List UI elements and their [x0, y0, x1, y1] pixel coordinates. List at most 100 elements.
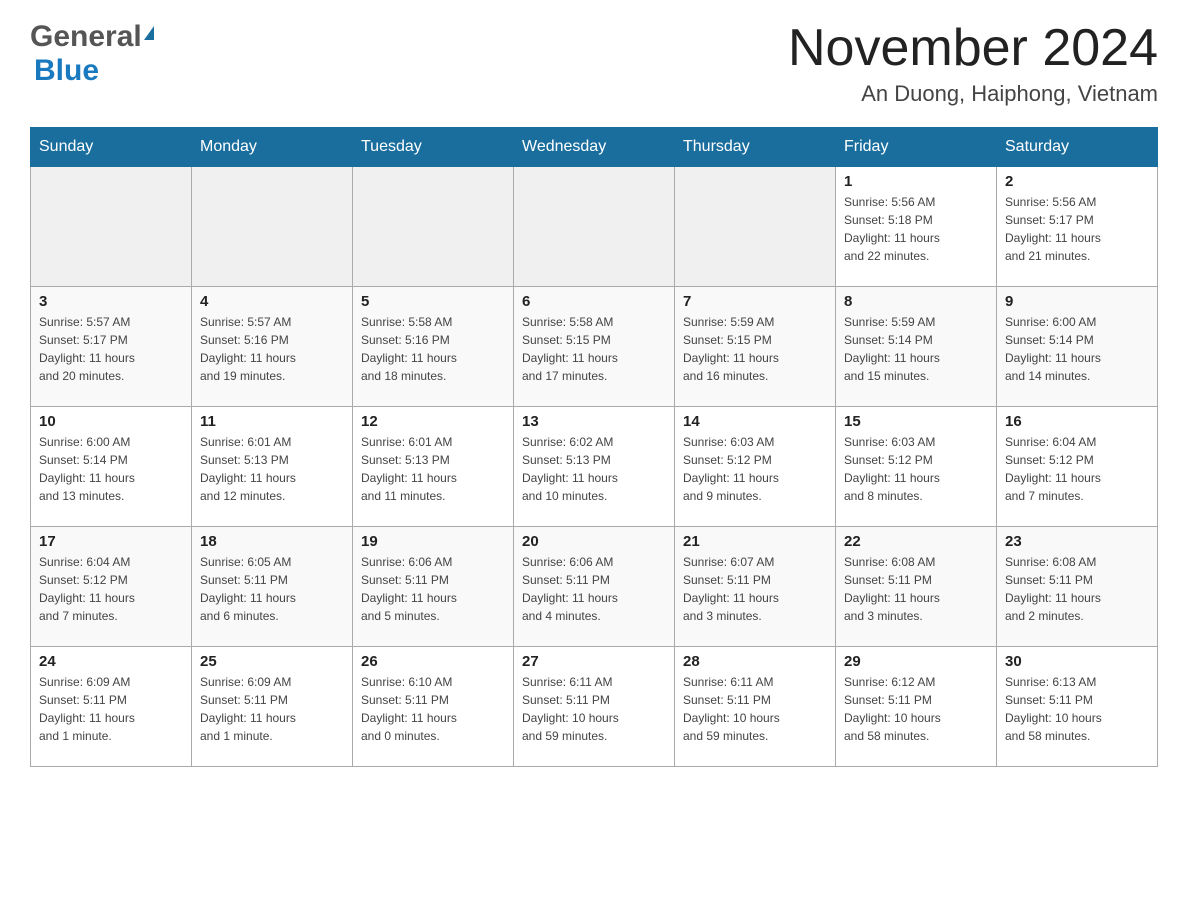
calendar-cell: 2 Sunrise: 5:56 AM Sunset: 5:17 PM Daylig…: [997, 167, 1158, 287]
day-info: Sunrise: 6:06 AM Sunset: 5:11 PM Dayligh…: [522, 553, 666, 625]
day-number: 13: [522, 413, 666, 430]
calendar-cell: 23 Sunrise: 6:08 AM Sunset: 5:11 PM Dayli…: [997, 527, 1158, 647]
day-number: 21: [683, 533, 827, 550]
day-info: Sunrise: 6:00 AM Sunset: 5:14 PM Dayligh…: [39, 433, 183, 505]
day-number: 24: [39, 653, 183, 670]
calendar-cell: 22 Sunrise: 6:08 AM Sunset: 5:11 PM Dayli…: [836, 527, 997, 647]
calendar-cell: 6 Sunrise: 5:58 AM Sunset: 5:15 PM Daylig…: [514, 287, 675, 407]
day-info: Sunrise: 6:08 AM Sunset: 5:11 PM Dayligh…: [844, 553, 988, 625]
calendar-cell: 11 Sunrise: 6:01 AM Sunset: 5:13 PM Dayli…: [192, 407, 353, 527]
day-info: Sunrise: 6:09 AM Sunset: 5:11 PM Dayligh…: [39, 673, 183, 745]
weekday-header-saturday: Saturday: [997, 128, 1158, 167]
calendar-cell: 30 Sunrise: 6:13 AM Sunset: 5:11 PM Dayli…: [997, 647, 1158, 767]
day-number: 1: [844, 173, 988, 190]
calendar-cell: 12 Sunrise: 6:01 AM Sunset: 5:13 PM Dayli…: [353, 407, 514, 527]
logo-triangle-icon: [144, 26, 154, 40]
location-text: An Duong, Haiphong, Vietnam: [788, 81, 1158, 107]
calendar-table: SundayMondayTuesdayWednesdayThursdayFrid…: [30, 127, 1158, 767]
calendar-week-1: 1Sunrise: 5:56 AM Sunset: 5:18 PM Daylig…: [31, 167, 1158, 287]
weekday-header-wednesday: Wednesday: [514, 128, 675, 167]
calendar-cell: 10 Sunrise: 6:00 AM Sunset: 5:14 PM Dayli…: [31, 407, 192, 527]
day-number: 19: [361, 533, 505, 550]
day-info: Sunrise: 6:09 AM Sunset: 5:11 PM Dayligh…: [200, 673, 344, 745]
day-number: 28: [683, 653, 827, 670]
calendar-cell: [514, 167, 675, 287]
calendar-week-5: 24 Sunrise: 6:09 AM Sunset: 5:11 PM Dayli…: [31, 647, 1158, 767]
day-info: Sunrise: 6:13 AM Sunset: 5:11 PM Dayligh…: [1005, 673, 1149, 745]
day-number: 2: [1005, 173, 1149, 190]
calendar-cell: 29 Sunrise: 6:12 AM Sunset: 5:11 PM Dayli…: [836, 647, 997, 767]
weekday-header-thursday: Thursday: [675, 128, 836, 167]
day-number: 3: [39, 293, 183, 310]
day-info: Sunrise: 6:05 AM Sunset: 5:11 PM Dayligh…: [200, 553, 344, 625]
calendar-week-3: 10 Sunrise: 6:00 AM Sunset: 5:14 PM Dayli…: [31, 407, 1158, 527]
calendar-cell: 3 Sunrise: 5:57 AM Sunset: 5:17 PM Daylig…: [31, 287, 192, 407]
calendar-cell: 27 Sunrise: 6:11 AM Sunset: 5:11 PM Dayli…: [514, 647, 675, 767]
day-number: 26: [361, 653, 505, 670]
month-title: November 2024: [788, 20, 1158, 77]
day-info: Sunrise: 6:06 AM Sunset: 5:11 PM Dayligh…: [361, 553, 505, 625]
day-info: Sunrise: 6:04 AM Sunset: 5:12 PM Dayligh…: [39, 553, 183, 625]
day-info: Sunrise: 6:03 AM Sunset: 5:12 PM Dayligh…: [683, 433, 827, 505]
day-info: Sunrise: 6:04 AM Sunset: 5:12 PM Dayligh…: [1005, 433, 1149, 505]
calendar-week-2: 3 Sunrise: 5:57 AM Sunset: 5:17 PM Daylig…: [31, 287, 1158, 407]
calendar-cell: 15 Sunrise: 6:03 AM Sunset: 5:12 PM Dayli…: [836, 407, 997, 527]
day-number: 4: [200, 293, 344, 310]
day-number: 15: [844, 413, 988, 430]
day-info: Sunrise: 6:11 AM Sunset: 5:11 PM Dayligh…: [522, 673, 666, 745]
day-number: 18: [200, 533, 344, 550]
day-number: 27: [522, 653, 666, 670]
weekday-header-tuesday: Tuesday: [353, 128, 514, 167]
calendar-cell: 20Sunrise: 6:06 AM Sunset: 5:11 PM Dayli…: [514, 527, 675, 647]
header-title-area: November 2024 An Duong, Haiphong, Vietna…: [788, 20, 1158, 107]
day-info: Sunrise: 6:12 AM Sunset: 5:11 PM Dayligh…: [844, 673, 988, 745]
calendar-body: 1Sunrise: 5:56 AM Sunset: 5:18 PM Daylig…: [31, 167, 1158, 767]
day-info: Sunrise: 5:57 AM Sunset: 5:16 PM Dayligh…: [200, 313, 344, 385]
calendar-cell: [675, 167, 836, 287]
weekday-header-sunday: Sunday: [31, 128, 192, 167]
weekday-header-friday: Friday: [836, 128, 997, 167]
calendar-cell: 9Sunrise: 6:00 AM Sunset: 5:14 PM Daylig…: [997, 287, 1158, 407]
day-number: 29: [844, 653, 988, 670]
day-info: Sunrise: 6:01 AM Sunset: 5:13 PM Dayligh…: [361, 433, 505, 505]
page-header: General Blue November 2024 An Duong, Hai…: [30, 20, 1158, 107]
day-info: Sunrise: 5:56 AM Sunset: 5:17 PM Dayligh…: [1005, 193, 1149, 265]
calendar-week-4: 17Sunrise: 6:04 AM Sunset: 5:12 PM Dayli…: [31, 527, 1158, 647]
calendar-cell: 17Sunrise: 6:04 AM Sunset: 5:12 PM Dayli…: [31, 527, 192, 647]
day-info: Sunrise: 6:01 AM Sunset: 5:13 PM Dayligh…: [200, 433, 344, 505]
calendar-cell: 7Sunrise: 5:59 AM Sunset: 5:15 PM Daylig…: [675, 287, 836, 407]
calendar-cell: 1Sunrise: 5:56 AM Sunset: 5:18 PM Daylig…: [836, 167, 997, 287]
day-info: Sunrise: 6:03 AM Sunset: 5:12 PM Dayligh…: [844, 433, 988, 505]
day-info: Sunrise: 6:07 AM Sunset: 5:11 PM Dayligh…: [683, 553, 827, 625]
day-number: 30: [1005, 653, 1149, 670]
day-number: 7: [683, 293, 827, 310]
day-number: 12: [361, 413, 505, 430]
day-info: Sunrise: 5:58 AM Sunset: 5:16 PM Dayligh…: [361, 313, 505, 385]
day-info: Sunrise: 5:57 AM Sunset: 5:17 PM Dayligh…: [39, 313, 183, 385]
day-number: 22: [844, 533, 988, 550]
calendar-cell: 8Sunrise: 5:59 AM Sunset: 5:14 PM Daylig…: [836, 287, 997, 407]
calendar-cell: [31, 167, 192, 287]
day-number: 5: [361, 293, 505, 310]
calendar-cell: 13 Sunrise: 6:02 AM Sunset: 5:13 PM Dayli…: [514, 407, 675, 527]
logo: General Blue: [30, 20, 154, 88]
calendar-cell: 28 Sunrise: 6:11 AM Sunset: 5:11 PM Dayli…: [675, 647, 836, 767]
day-info: Sunrise: 5:58 AM Sunset: 5:15 PM Dayligh…: [522, 313, 666, 385]
calendar-cell: 4 Sunrise: 5:57 AM Sunset: 5:16 PM Daylig…: [192, 287, 353, 407]
day-number: 23: [1005, 533, 1149, 550]
calendar-cell: 14Sunrise: 6:03 AM Sunset: 5:12 PM Dayli…: [675, 407, 836, 527]
day-number: 25: [200, 653, 344, 670]
day-info: Sunrise: 6:02 AM Sunset: 5:13 PM Dayligh…: [522, 433, 666, 505]
calendar-cell: 25 Sunrise: 6:09 AM Sunset: 5:11 PM Dayli…: [192, 647, 353, 767]
day-info: Sunrise: 6:08 AM Sunset: 5:11 PM Dayligh…: [1005, 553, 1149, 625]
day-number: 11: [200, 413, 344, 430]
day-info: Sunrise: 6:11 AM Sunset: 5:11 PM Dayligh…: [683, 673, 827, 745]
calendar-cell: 16Sunrise: 6:04 AM Sunset: 5:12 PM Dayli…: [997, 407, 1158, 527]
logo-general-text: General: [30, 20, 142, 54]
calendar-cell: 5 Sunrise: 5:58 AM Sunset: 5:16 PM Daylig…: [353, 287, 514, 407]
day-info: Sunrise: 6:00 AM Sunset: 5:14 PM Dayligh…: [1005, 313, 1149, 385]
day-number: 8: [844, 293, 988, 310]
logo-blue-text: Blue: [34, 54, 99, 87]
day-number: 10: [39, 413, 183, 430]
day-number: 6: [522, 293, 666, 310]
